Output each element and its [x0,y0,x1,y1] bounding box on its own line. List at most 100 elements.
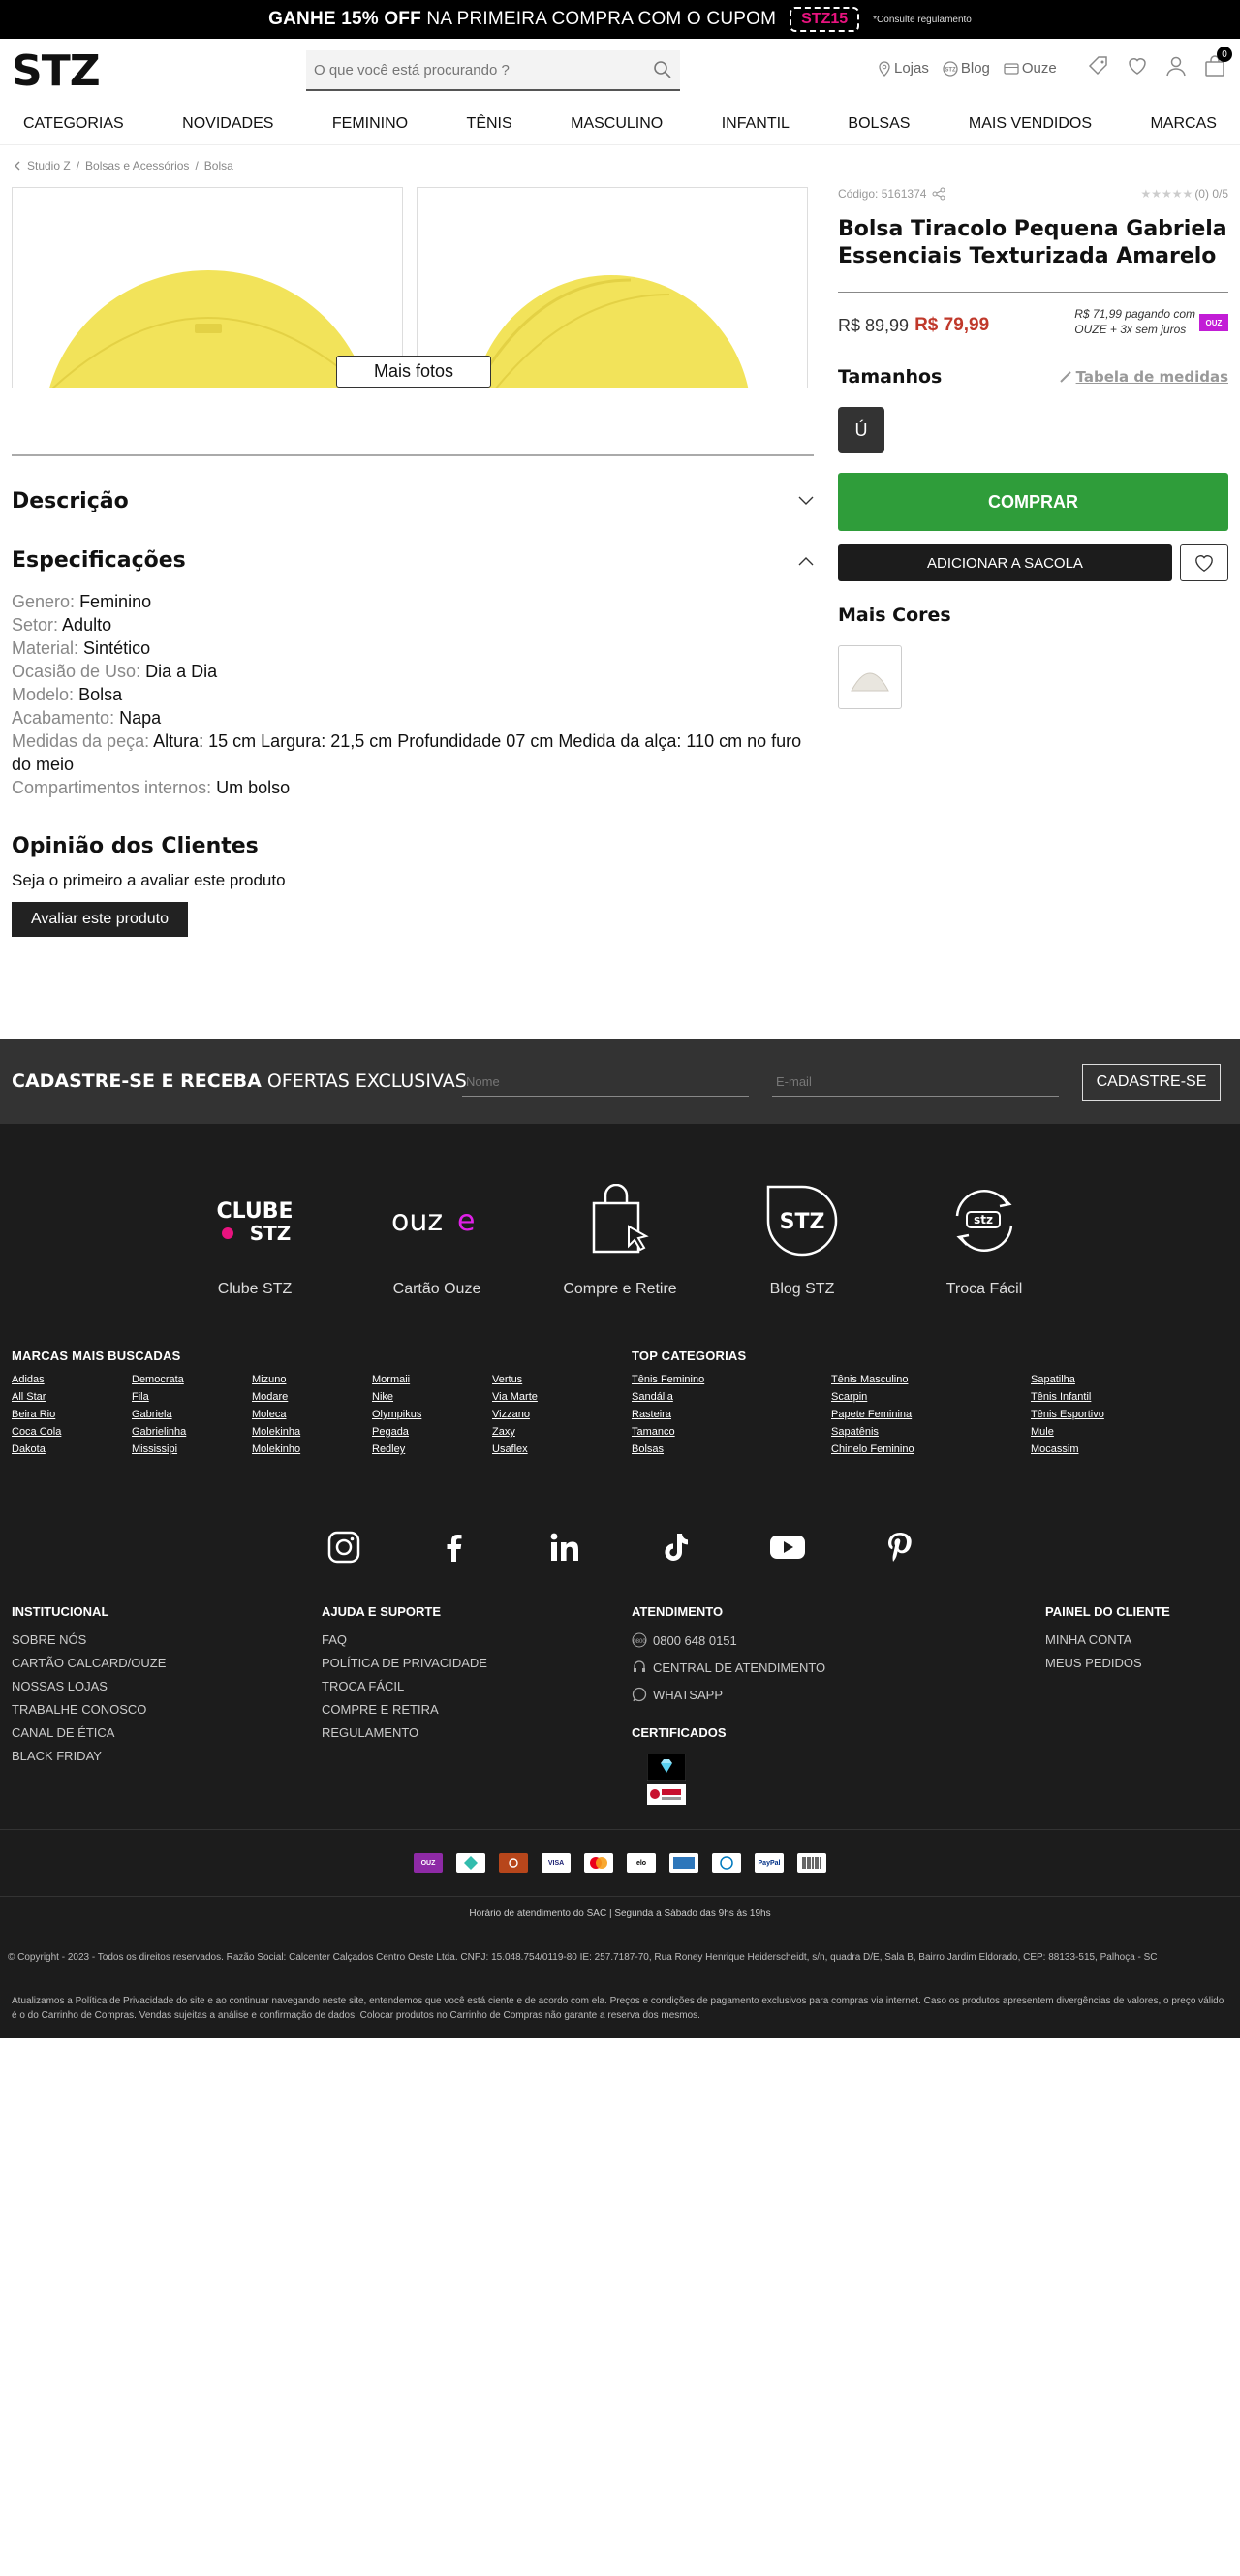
feature-compre-retire[interactable]: Compre e Retire [529,1182,711,1298]
phone-link[interactable]: 0800 0800 648 0151 [632,1632,825,1648]
footer-link[interactable]: COMPRE E RETIRA [322,1702,487,1717]
chevron-up-icon[interactable] [798,556,814,566]
search-input[interactable] [314,61,653,78]
brand-link[interactable]: Dakota [12,1443,132,1455]
heart-icon[interactable] [1126,54,1149,78]
footer-link[interactable]: SOBRE NÓS [12,1632,166,1647]
category-link[interactable]: Tênis Feminino [632,1374,831,1385]
brand-link[interactable]: All Star [12,1391,132,1403]
category-link[interactable]: Mule [1031,1426,1230,1438]
instagram-icon[interactable] [327,1531,360,1564]
footer-link[interactable]: CARTÃO CALCARD/OUZE [12,1656,166,1670]
tiktok-icon[interactable] [659,1531,692,1564]
description-heading[interactable]: Descrição [12,489,129,513]
rate-product-button[interactable]: Avaliar este produto [12,902,188,937]
footer-link[interactable]: POLÍTICA DE PRIVACIDADE [322,1656,487,1670]
buy-button[interactable]: COMPRAR [838,473,1228,531]
brand-link[interactable]: Mizuno [252,1374,372,1385]
newsletter-name-input[interactable] [462,1068,749,1097]
rating-stars[interactable]: ★★★★★ (0) 0/5 [1141,187,1228,201]
nav-novidades[interactable]: NOVIDADES [182,115,273,133]
blog-link[interactable]: STZ Blog [943,60,990,77]
brand-link[interactable]: Via Marte [492,1391,612,1403]
brand-link[interactable]: Mormaii [372,1374,492,1385]
brand-link[interactable]: Coca Cola [12,1426,132,1438]
newsletter-submit-button[interactable]: CADASTRE-SE [1082,1064,1221,1101]
category-link[interactable]: Sapatênis [831,1426,1031,1438]
breadcrumb-category[interactable]: Bolsas e Acessórios [85,159,189,172]
brand-link[interactable]: Modare [252,1391,372,1403]
add-to-bag-button[interactable]: ADICIONAR A SACOLA [838,544,1172,581]
nav-categorias[interactable]: CATEGORIAS [23,115,124,133]
category-link[interactable]: Sapatilha [1031,1374,1230,1385]
brand-link[interactable]: Nike [372,1391,492,1403]
nav-tenis[interactable]: TÊNIS [467,115,512,133]
pinterest-icon[interactable] [884,1531,916,1564]
nav-marcas[interactable]: MARCAS [1150,115,1216,133]
category-link[interactable]: Mocassim [1031,1443,1230,1455]
ebit-seal-icon[interactable] [647,1784,686,1805]
feature-cartao-ouze[interactable]: ouz e Cartão Ouze [346,1182,528,1298]
category-link[interactable]: Tênis Esportivo [1031,1409,1230,1420]
coupon-code[interactable]: STZ15 [790,7,860,32]
support-link[interactable]: CENTRAL DE ATENDIMENTO [632,1660,825,1675]
nav-feminino[interactable]: FEMININO [332,115,408,133]
newsletter-email-input[interactable] [772,1068,1059,1097]
cart-button[interactable]: 0 [1203,47,1232,78]
diamond-seal-icon[interactable] [647,1754,686,1781]
chevron-down-icon[interactable] [798,496,814,506]
share-icon[interactable] [932,187,946,201]
youtube-icon[interactable] [769,1531,806,1564]
promo-note[interactable]: *Consulte regulamento [873,15,972,25]
search-icon[interactable] [653,60,672,79]
whatsapp-link[interactable]: WHATSAPP [632,1687,825,1702]
breadcrumb-current[interactable]: Bolsa [204,159,233,172]
brand-link[interactable]: Democrata [132,1374,252,1385]
brand-link[interactable]: Adidas [12,1374,132,1385]
nav-mais-vendidos[interactable]: MAIS VENDIDOS [969,115,1092,133]
more-photos-button[interactable]: Mais fotos [336,356,491,388]
color-variant-thumb[interactable] [838,645,902,709]
footer-link[interactable]: MINHA CONTA [1045,1632,1170,1647]
brand-link[interactable]: Usaflex [492,1443,612,1455]
footer-link[interactable]: TRABALHE CONOSCO [12,1702,166,1717]
footer-link[interactable]: TROCA FÁCIL [322,1679,487,1693]
feature-blog-stz[interactable]: STZ Blog STZ [711,1182,893,1298]
category-link[interactable]: Tênis Infantil [1031,1391,1230,1403]
brand-link[interactable]: Zaxy [492,1426,612,1438]
facebook-icon[interactable] [438,1531,471,1564]
brand-link[interactable]: Redley [372,1443,492,1455]
brand-link[interactable]: Moleca [252,1409,372,1420]
brand-link[interactable]: Gabrielinha [132,1426,252,1438]
size-table-link[interactable]: Tabela de medidas [1059,366,1228,388]
brand-link[interactable]: Pegada [372,1426,492,1438]
category-link[interactable]: Papete Feminina [831,1409,1031,1420]
nav-infantil[interactable]: INFANTIL [722,115,790,133]
specifications-heading[interactable]: Especificações [12,548,186,573]
brand-link[interactable]: Fila [132,1391,252,1403]
site-logo[interactable]: STZ [12,47,101,96]
size-option[interactable]: Ú [838,407,884,453]
category-link[interactable]: Scarpin [831,1391,1031,1403]
brand-link[interactable]: Gabriela [132,1409,252,1420]
footer-link[interactable]: REGULAMENTO [322,1725,487,1740]
category-link[interactable]: Rasteira [632,1409,831,1420]
brand-link[interactable]: Olympikus [372,1409,492,1420]
footer-link[interactable]: FAQ [322,1632,487,1647]
linkedin-icon[interactable] [548,1531,581,1564]
stores-link[interactable]: Lojas [878,60,929,77]
breadcrumb-home[interactable]: Studio Z [27,159,71,172]
footer-link[interactable]: BLACK FRIDAY [12,1749,166,1763]
category-link[interactable]: Tênis Masculino [831,1374,1031,1385]
wishlist-button[interactable] [1180,544,1228,581]
category-link[interactable]: Sandália [632,1391,831,1403]
brand-link[interactable]: Vizzano [492,1409,612,1420]
brand-link[interactable]: Molekinho [252,1443,372,1455]
user-icon[interactable] [1164,54,1188,78]
nav-masculino[interactable]: MASCULINO [571,115,663,133]
brand-link[interactable]: Mississipi [132,1443,252,1455]
ouze-link[interactable]: Ouze [1004,60,1057,77]
footer-link[interactable]: MEUS PEDIDOS [1045,1656,1170,1670]
category-link[interactable]: Tamanco [632,1426,831,1438]
category-link[interactable]: Bolsas [632,1443,831,1455]
